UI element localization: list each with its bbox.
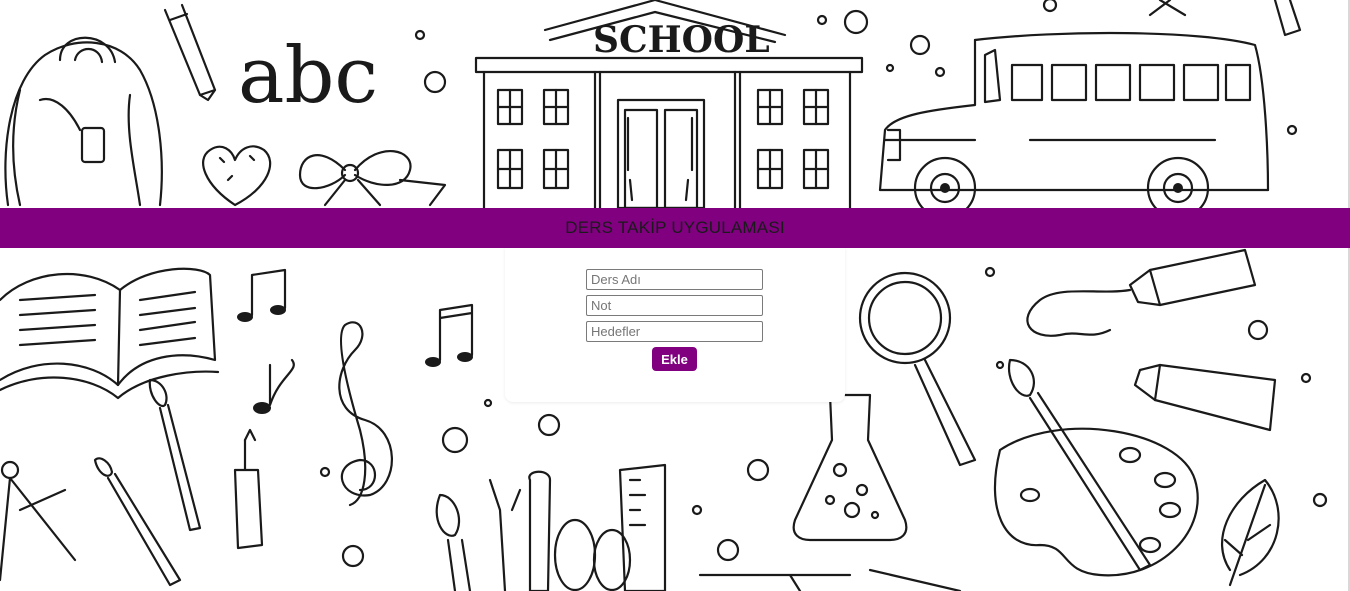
treble-clef-doodle <box>338 321 393 507</box>
bow-doodle <box>298 150 447 207</box>
header-bar: DERS TAKİP UYGULAMASI <box>0 208 1350 248</box>
page-title: DERS TAKİP UYGULAMASI <box>565 218 785 237</box>
flask-doodle <box>792 393 908 542</box>
course-form: Ekle <box>505 248 845 402</box>
bubble-doodles-top <box>414 0 1298 136</box>
paintbrush-doodles-left <box>93 378 264 587</box>
grade-input[interactable] <box>586 295 763 316</box>
magnifier-doodle <box>858 271 977 467</box>
compass-doodle <box>0 460 77 582</box>
course-name-input[interactable] <box>586 269 763 290</box>
school-bus-doodle <box>878 31 1270 220</box>
palette-doodle <box>993 358 1199 577</box>
pushpin-doodle <box>1148 0 1302 37</box>
backpack-doodle <box>4 36 163 207</box>
music-notes-doodle <box>237 268 474 414</box>
pencil-doodle <box>163 3 217 102</box>
leaf-doodle <box>1221 478 1280 587</box>
open-book-doodle <box>0 267 220 400</box>
add-button[interactable]: Ekle <box>652 347 697 371</box>
heart-doodle <box>202 145 272 207</box>
app-page: abc SCHOOL DERS TAKİP UYGULAMASI Ders Ad… <box>0 0 1350 591</box>
school-sign-text: SCHOOL <box>593 19 770 61</box>
goals-input[interactable] <box>586 321 763 342</box>
abc-letters-doodle: abc <box>238 31 378 121</box>
art-supplies-doodle <box>435 463 962 591</box>
paint-tube-doodles <box>1026 248 1277 432</box>
